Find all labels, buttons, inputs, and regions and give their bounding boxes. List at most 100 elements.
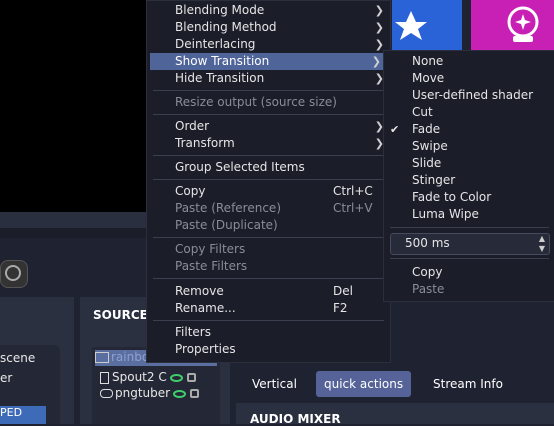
transition-option[interactable]: Move [384,70,554,87]
menu-item-copy[interactable]: Copy Ctrl+C [147,183,390,200]
status-badge: PED [0,406,46,424]
preview-divider [0,228,160,238]
option-label: Cut [412,105,433,119]
scene-item[interactable]: er [0,371,12,385]
menu-item-label: Paste [412,282,445,296]
star-icon [395,11,427,40]
file-icon [100,371,109,384]
preview-controls-bar [0,212,160,228]
menu-item-label: Paste (Reference) [175,201,281,215]
menu-item-label: Order [175,119,210,133]
option-label: Move [412,71,445,85]
menu-item-label: Deinterlacing [175,37,256,51]
transition-option[interactable]: Cut [384,104,554,121]
transition-option[interactable]: Stinger [384,172,554,189]
context-menu: Blending Mode ❯ Blending Method ❯ Deinterl… [146,0,391,363]
menu-item-order[interactable]: Order ❯ [147,118,390,135]
menu-item-copy-filters: Copy Filters [147,241,390,258]
menu-item-label: Blending Method [175,20,277,34]
menu-divider [153,179,384,180]
menu-item-label: Show Transition [175,54,270,68]
option-label: Swipe [412,139,448,153]
menu-item-paste-duplicate: Paste (Duplicate) [147,217,390,234]
tab-stream-info[interactable]: Stream Info [425,371,511,397]
menu-divider [153,114,384,115]
transition-option[interactable]: Fade to Color [384,189,554,206]
menu-divider [153,278,384,279]
duration-spinbox[interactable]: 500 ms ▲ ▼ [390,233,550,255]
quick-action-tile[interactable] [471,0,554,50]
menu-item-label: Hide Transition [175,71,265,85]
transition-option[interactable]: Slide [384,155,554,172]
menu-item-deinterlacing[interactable]: Deinterlacing ❯ [147,36,390,53]
menu-divider [390,227,549,228]
lock-icon[interactable] [190,389,200,398]
menu-item-label: Paste (Duplicate) [175,218,278,232]
menu-item-label: Paste Filters [175,259,248,273]
menu-item-remove[interactable]: Remove Del [147,283,390,300]
quick-action-tile[interactable] [392,0,462,50]
menu-item-show-transition[interactable]: Show Transition ❯ [150,53,387,70]
menu-item-label: Filters [175,325,211,339]
menu-item-label: Rename... [175,301,236,315]
chevron-right-icon: ❯ [374,21,384,34]
menu-divider [390,258,549,259]
eye-icon[interactable] [169,373,183,382]
chevron-right-icon: ❯ [371,55,381,68]
transition-option[interactable]: Swipe [384,138,554,155]
transition-option[interactable]: Luma Wipe [384,206,554,223]
menu-item-label: Transform [175,136,235,150]
sparkle-target-icon [507,6,539,42]
duration-value: 500 ms [405,236,450,250]
menu-item-label: Resize output (source size) [175,95,337,109]
menu-item-label: Remove [175,284,224,298]
menu-shortcut: Ctrl+V [333,201,373,215]
source-item[interactable]: pngtuber [100,386,200,402]
menu-divider [153,90,384,91]
option-label: Luma Wipe [412,207,479,221]
menu-item-paste-filters: Paste Filters [147,258,390,275]
tab-vertical[interactable]: Vertical [244,371,305,397]
source-label: pngtuber [115,386,171,400]
option-label: User-defined shader [412,88,534,102]
menu-item-label: Properties [175,342,236,356]
menu-shortcut: F2 [333,301,348,315]
option-label: Fade to Color [412,190,492,204]
menu-item-copy[interactable]: Copy [384,264,554,281]
menu-item-hide-transition[interactable]: Hide Transition ❯ [147,70,390,87]
source-item[interactable]: Spout2 C [100,370,196,386]
preview-canvas[interactable] [0,0,160,212]
menu-item-label: Copy [412,265,443,279]
transition-option[interactable]: None [384,53,554,70]
menu-item-properties[interactable]: Properties [147,341,390,358]
menu-item-filters[interactable]: Filters [147,324,390,341]
menu-item-paste: Paste [384,281,554,298]
menu-item-paste-reference: Paste (Reference) Ctrl+V [147,200,390,217]
scene-item[interactable]: scene [0,351,35,365]
toolbar-button[interactable] [0,260,28,288]
menu-item-label: Group Selected Items [175,160,305,174]
lock-icon[interactable] [186,373,196,382]
chevron-down-icon[interactable]: ▼ [539,244,545,253]
menu-item-rename[interactable]: Rename... F2 [147,300,390,317]
menu-shortcut: Ctrl+C [333,184,373,198]
circle-icon [5,265,21,281]
option-label: Fade [412,122,441,136]
menu-item-label: Blending Mode [175,3,265,17]
chevron-up-icon[interactable]: ▲ [539,234,545,243]
menu-item-blending-method[interactable]: Blending Method ❯ [147,19,390,36]
menu-item-blending-mode[interactable]: Blending Mode ❯ [147,2,390,19]
menu-item-transform[interactable]: Transform ❯ [147,135,390,152]
menu-item-group-selected[interactable]: Group Selected Items [147,159,390,176]
option-label: Stinger [412,173,456,187]
transition-submenu: None Move User-defined shader Cut ✔ Fade … [383,50,554,302]
tab-quick-actions[interactable]: quick actions [316,371,412,397]
option-label: Slide [412,156,442,170]
chevron-right-icon: ❯ [374,4,384,17]
gamepad-icon [100,389,113,398]
menu-item-resize-output: Resize output (source size) [147,94,390,111]
transition-option[interactable]: ✔ Fade [384,121,554,138]
eye-icon[interactable] [173,389,187,398]
transition-option[interactable]: User-defined shader [384,87,554,104]
option-label: None [412,54,444,68]
